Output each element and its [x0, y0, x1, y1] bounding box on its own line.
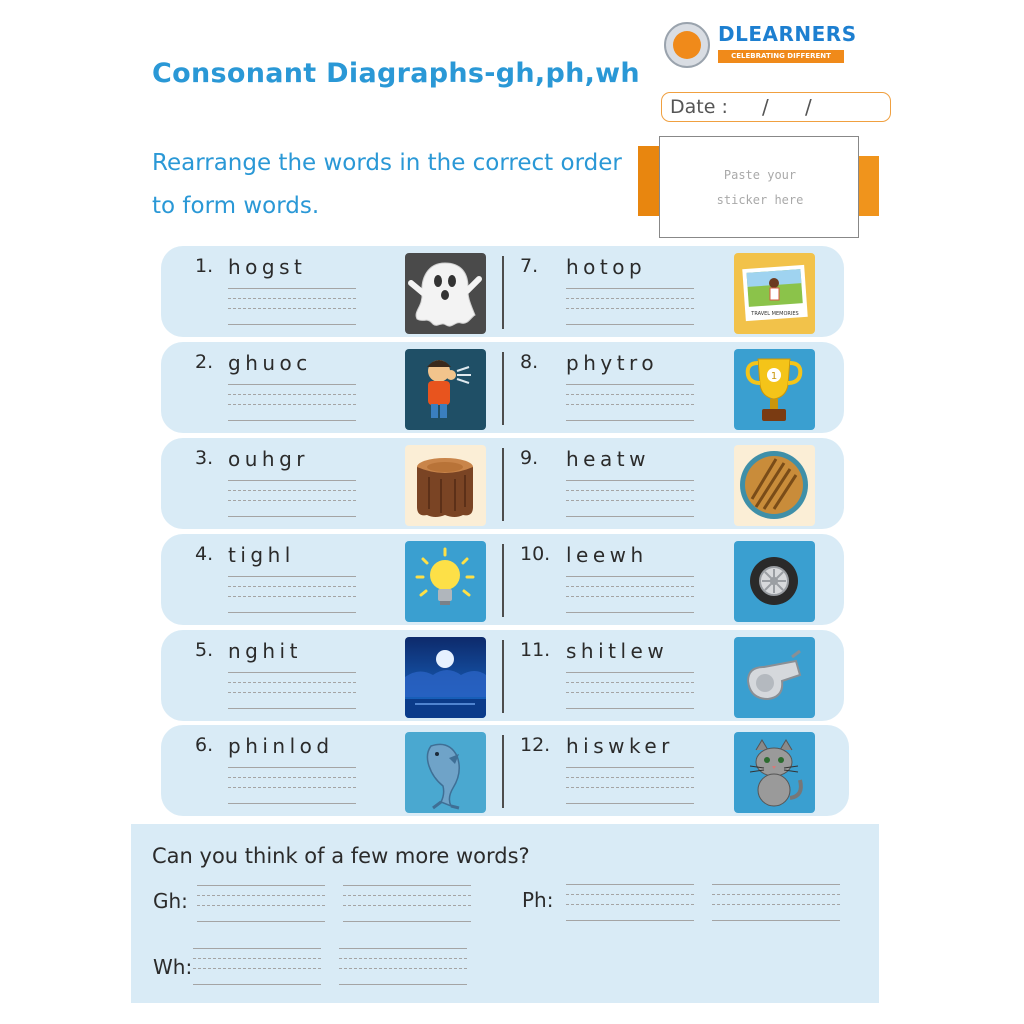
whistle-icon — [734, 637, 815, 718]
logo-tagline: CELEBRATING DIFFERENT LEARNERS — [718, 50, 844, 73]
date-separator: / — [762, 95, 769, 119]
item-number: 2. — [195, 351, 214, 373]
tree-stump-icon — [405, 445, 486, 526]
light-bulb-icon — [405, 541, 486, 622]
item-number: 9. — [520, 447, 539, 469]
date-separator: / — [805, 95, 812, 119]
item-number: 11. — [520, 639, 551, 661]
svg-text:1: 1 — [771, 371, 777, 382]
exercise-row: 6. phinlod 12. hiswker — [161, 725, 849, 816]
gh-label: Gh: — [153, 889, 188, 913]
boy-coughing-icon — [405, 349, 486, 430]
scrambled-word: leewh — [566, 543, 648, 567]
column-divider — [502, 352, 504, 425]
wheat-icon — [734, 445, 815, 526]
scrambled-word: nghit — [228, 639, 302, 663]
more-words-section: Can you think of a few more words? Gh: P… — [131, 824, 879, 1003]
dolphin-icon — [405, 732, 486, 813]
item-number: 7. — [520, 255, 539, 277]
sticker-text-line2: sticker here — [716, 193, 804, 207]
sticker-box[interactable]: Paste your sticker here — [659, 136, 859, 238]
scrambled-word: phinlod — [228, 734, 334, 758]
item-number: 3. — [195, 447, 214, 469]
exercise-row: 5. nghit 11. shitlew — [161, 630, 844, 721]
instruction-text: Rearrange the words in the correct order… — [152, 150, 622, 219]
logo-brand-name: DLEARNERS — [718, 22, 857, 46]
date-field[interactable]: Date : / / — [661, 92, 891, 122]
exercise-row: 1. hogst 7. hotop TRAVEL MEMORIES — [161, 246, 844, 337]
scrambled-word: ghuoc — [228, 351, 312, 375]
scrambled-word: hiswker — [566, 734, 674, 758]
wheel-icon — [734, 541, 815, 622]
scrambled-word: ouhgr — [228, 447, 310, 471]
photo-icon: TRAVEL MEMORIES — [734, 253, 815, 334]
column-divider — [502, 735, 504, 808]
item-number: 1. — [195, 255, 214, 277]
item-number: 5. — [195, 639, 214, 661]
worksheet-title: Consonant Diagraphs-gh,ph,wh — [152, 58, 640, 89]
item-number: 8. — [520, 351, 539, 373]
svg-text:TRAVEL MEMORIES: TRAVEL MEMORIES — [750, 311, 798, 317]
scrambled-word: hotop — [566, 255, 647, 279]
logo-emblem-icon — [664, 22, 710, 68]
exercise-row: 3. ouhgr 9. heatw — [161, 438, 844, 529]
night-sky-icon — [405, 637, 486, 718]
scrambled-word: hogst — [228, 255, 307, 279]
whiskers-cat-icon — [734, 732, 815, 813]
date-label: Date : — [670, 96, 728, 118]
dlearners-logo: DLEARNERS CELEBRATING DIFFERENT LEARNERS — [664, 20, 864, 73]
ph-label: Ph: — [522, 888, 554, 912]
item-number: 10. — [520, 543, 551, 565]
column-divider — [502, 448, 504, 521]
scrambled-word: heatw — [566, 447, 650, 471]
scrambled-word: tighl — [228, 543, 295, 567]
item-number: 12. — [520, 734, 551, 756]
trophy-icon: 1 — [734, 349, 815, 430]
exercise-row: 4. tighl 10. leewh — [161, 534, 844, 625]
sticker-text-line1: Paste your — [723, 168, 797, 182]
column-divider — [502, 640, 504, 713]
scrambled-word: phytro — [566, 351, 659, 375]
exercise-row: 2. ghuoc 8. phytro 1 — [161, 342, 844, 433]
ghost-icon — [405, 253, 486, 334]
column-divider — [502, 544, 504, 617]
item-number: 4. — [195, 543, 214, 565]
column-divider — [502, 256, 504, 329]
item-number: 6. — [195, 734, 214, 756]
more-words-question: Can you think of a few more words? — [152, 844, 530, 868]
scrambled-word: shitlew — [566, 639, 669, 663]
wh-label: Wh: — [153, 955, 193, 979]
